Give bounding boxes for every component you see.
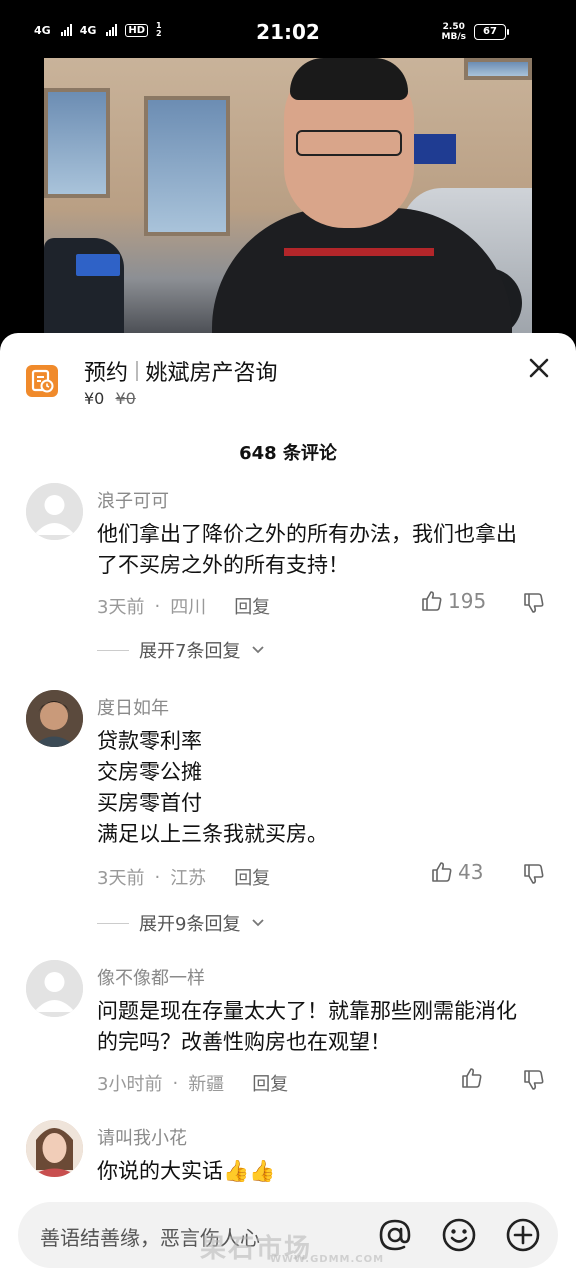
comment-meta: 3小时前 · 新疆 回复	[97, 1070, 288, 1096]
comment-line: 交房零公摊	[97, 760, 202, 784]
promo-banner[interactable]: 预约 姚斌房产咨询 ¥0 ¥0	[0, 333, 576, 423]
building-window	[464, 58, 532, 80]
like-button[interactable]: 43	[430, 860, 483, 884]
add-icon[interactable]	[504, 1216, 542, 1254]
username[interactable]: 请叫我小花	[97, 1124, 187, 1150]
comment-text: 你说的大实话👍👍	[97, 1159, 276, 1183]
comment-sheet: 预约 姚斌房产咨询 ¥0 ¥0 648 条评论 浪子可可 他们拿出了降价之外的所…	[0, 333, 576, 1280]
reply-button[interactable]: 回复	[234, 864, 270, 890]
battery-icon: 67	[474, 24, 509, 40]
comment-time: 3天前	[97, 868, 145, 889]
comment-line: 买房零首付	[97, 791, 202, 815]
original-price: ¥0	[115, 389, 136, 408]
like-button[interactable]	[460, 1066, 484, 1090]
comment-location: 新疆	[188, 1074, 225, 1095]
shirt-stripe	[284, 248, 434, 256]
avatar[interactable]	[26, 960, 83, 1017]
comment-item: 像不像都一样 问题是现在存量太大了！就靠那些刚需能消化的完吗？改善性购房也在观望…	[0, 958, 576, 1108]
avatar[interactable]	[26, 483, 83, 540]
comment-line: 满足以上三条我就买房。	[97, 822, 328, 846]
comment-item: 度日如年 贷款零利率 交房零公摊 买房零首付 满足以上三条我就买房。 3天前 ·…	[0, 688, 576, 938]
network-speed: 2.50 MB/s	[442, 22, 466, 42]
comment-text: 贷款零利率 交房零公摊 买房零首付 满足以上三条我就买房。	[97, 726, 537, 850]
thumbs-up-icon	[462, 1068, 482, 1088]
comment-location: 江苏	[170, 868, 207, 889]
comment-text: 问题是现在存量太大了！就靠那些刚需能消化的完吗？改善性购房也在观望！	[97, 999, 517, 1054]
watermark-url: WWW.GDMM.COM	[270, 1254, 385, 1265]
comment-time: 3小时前	[97, 1074, 163, 1095]
comment-count: 648 条评论	[239, 443, 337, 464]
promo-title[interactable]: 预约 姚斌房产咨询	[84, 355, 278, 387]
appointment-icon	[26, 365, 58, 397]
expand-label: 展开7条回复	[139, 641, 241, 662]
chevron-down-icon	[252, 919, 265, 927]
promo-tag: 预约	[84, 361, 129, 386]
status-right: 2.50 MB/s 67	[442, 22, 509, 42]
video-player[interactable]	[44, 58, 532, 334]
net-speed-value: 2.50	[442, 22, 465, 32]
comment-item: 浪子可可 他们拿出了降价之外的所有办法，我们也拿出了不买房之外的所有支持！ 3天…	[0, 481, 576, 701]
reply-button[interactable]: 回复	[252, 1070, 288, 1096]
building-window	[144, 96, 230, 236]
thumbs-down-icon	[524, 1070, 544, 1090]
car-left	[44, 238, 124, 334]
thumbs-down-icon	[524, 593, 544, 613]
avatar[interactable]	[26, 1120, 83, 1177]
username[interactable]: 度日如年	[97, 694, 169, 720]
promo-divider	[136, 361, 138, 381]
avatar[interactable]	[26, 690, 83, 747]
license-plate	[76, 254, 120, 276]
dislike-button[interactable]	[522, 591, 546, 619]
username[interactable]: 像不像都一样	[97, 964, 205, 990]
dislike-button[interactable]	[522, 1068, 546, 1096]
comment-text: 他们拿出了降价之外的所有办法，我们也拿出了不买房之外的所有支持！	[97, 522, 517, 577]
expand-replies[interactable]: 展开9条回复	[97, 910, 266, 936]
like-count: 195	[448, 589, 487, 613]
net-speed-unit: MB/s	[441, 32, 466, 42]
close-icon[interactable]	[524, 353, 554, 383]
comment-meta: 3天前 · 江苏 回复	[97, 864, 270, 890]
chevron-down-icon	[252, 646, 265, 654]
promo-name: 姚斌房产咨询	[145, 361, 278, 386]
status-bar: 4G 4G HD 1 2 21:02 2.50 MB/s 67	[0, 0, 576, 60]
promo-price: ¥0 ¥0	[84, 389, 136, 408]
expand-replies[interactable]: 展开7条回复	[97, 637, 266, 663]
person-hair	[290, 58, 408, 100]
current-price: ¥0	[84, 389, 105, 408]
comment-line: 贷款零利率	[97, 729, 202, 753]
glasses	[296, 130, 402, 156]
at-icon[interactable]	[376, 1216, 414, 1254]
like-button[interactable]: 195	[420, 589, 486, 613]
expand-label: 展开9条回复	[139, 914, 241, 935]
like-count: 43	[458, 860, 484, 884]
reply-button[interactable]: 回复	[234, 593, 270, 619]
comment-location: 四川	[170, 597, 207, 618]
username[interactable]: 浪子可可	[97, 487, 169, 513]
watermark: 果石市场 WWW.GDMM.COM	[200, 1228, 383, 1265]
thumbs-down-icon	[524, 864, 544, 884]
dislike-button[interactable]	[522, 862, 546, 890]
comment-item: 请叫我小花 你说的大实话👍👍	[0, 1118, 576, 1208]
thumbs-up-icon	[432, 862, 452, 882]
building-window	[44, 88, 110, 198]
comment-time: 3天前	[97, 597, 145, 618]
thumbs-up-icon	[422, 591, 442, 611]
emoji-icon[interactable]	[440, 1216, 478, 1254]
comment-meta: 3天前 · 四川 回复	[97, 593, 270, 619]
